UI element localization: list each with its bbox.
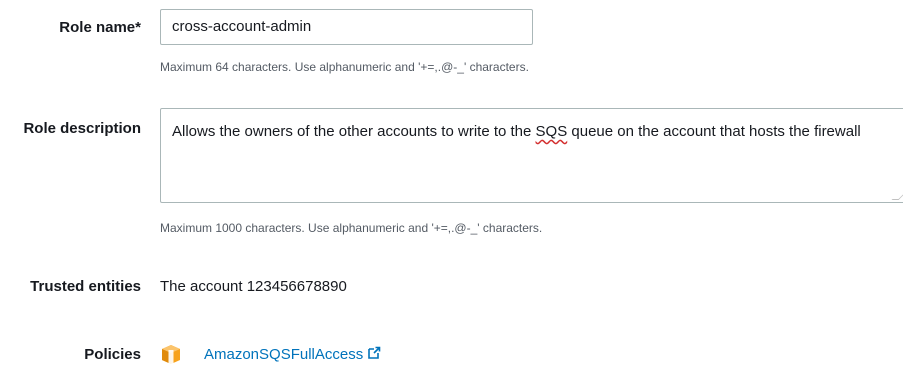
role-name-help-text: Maximum 64 characters. Use alphanumeric … [160, 60, 529, 74]
policy-link-amazonsqsfullaccess[interactable]: AmazonSQSFullAccess [204, 346, 381, 363]
role-description-help-text: Maximum 1000 characters. Use alphanumeri… [160, 221, 542, 235]
role-description-text-before: Allows the owners of the other accounts … [172, 123, 536, 140]
role-name-label: Role name* [59, 19, 141, 36]
aws-managed-policy-icon [160, 343, 182, 365]
trusted-entities-label: Trusted entities [30, 278, 141, 295]
policies-label: Policies [84, 346, 141, 363]
role-name-input[interactable]: cross-account-admin [160, 9, 533, 45]
trusted-entities-value: The account 123456678890 [160, 278, 347, 295]
external-link-icon [367, 346, 381, 360]
resize-grip-icon[interactable] [892, 193, 903, 200]
policy-link-text: AmazonSQSFullAccess [204, 346, 363, 363]
spellcheck-flagged-word: SQS [536, 123, 568, 140]
role-description-label: Role description [23, 120, 141, 137]
policy-item: AmazonSQSFullAccess [160, 343, 381, 365]
role-description-textarea[interactable]: Allows the owners of the other accounts … [160, 108, 903, 203]
role-description-text-after: queue on the account that hosts the fire… [567, 123, 861, 140]
